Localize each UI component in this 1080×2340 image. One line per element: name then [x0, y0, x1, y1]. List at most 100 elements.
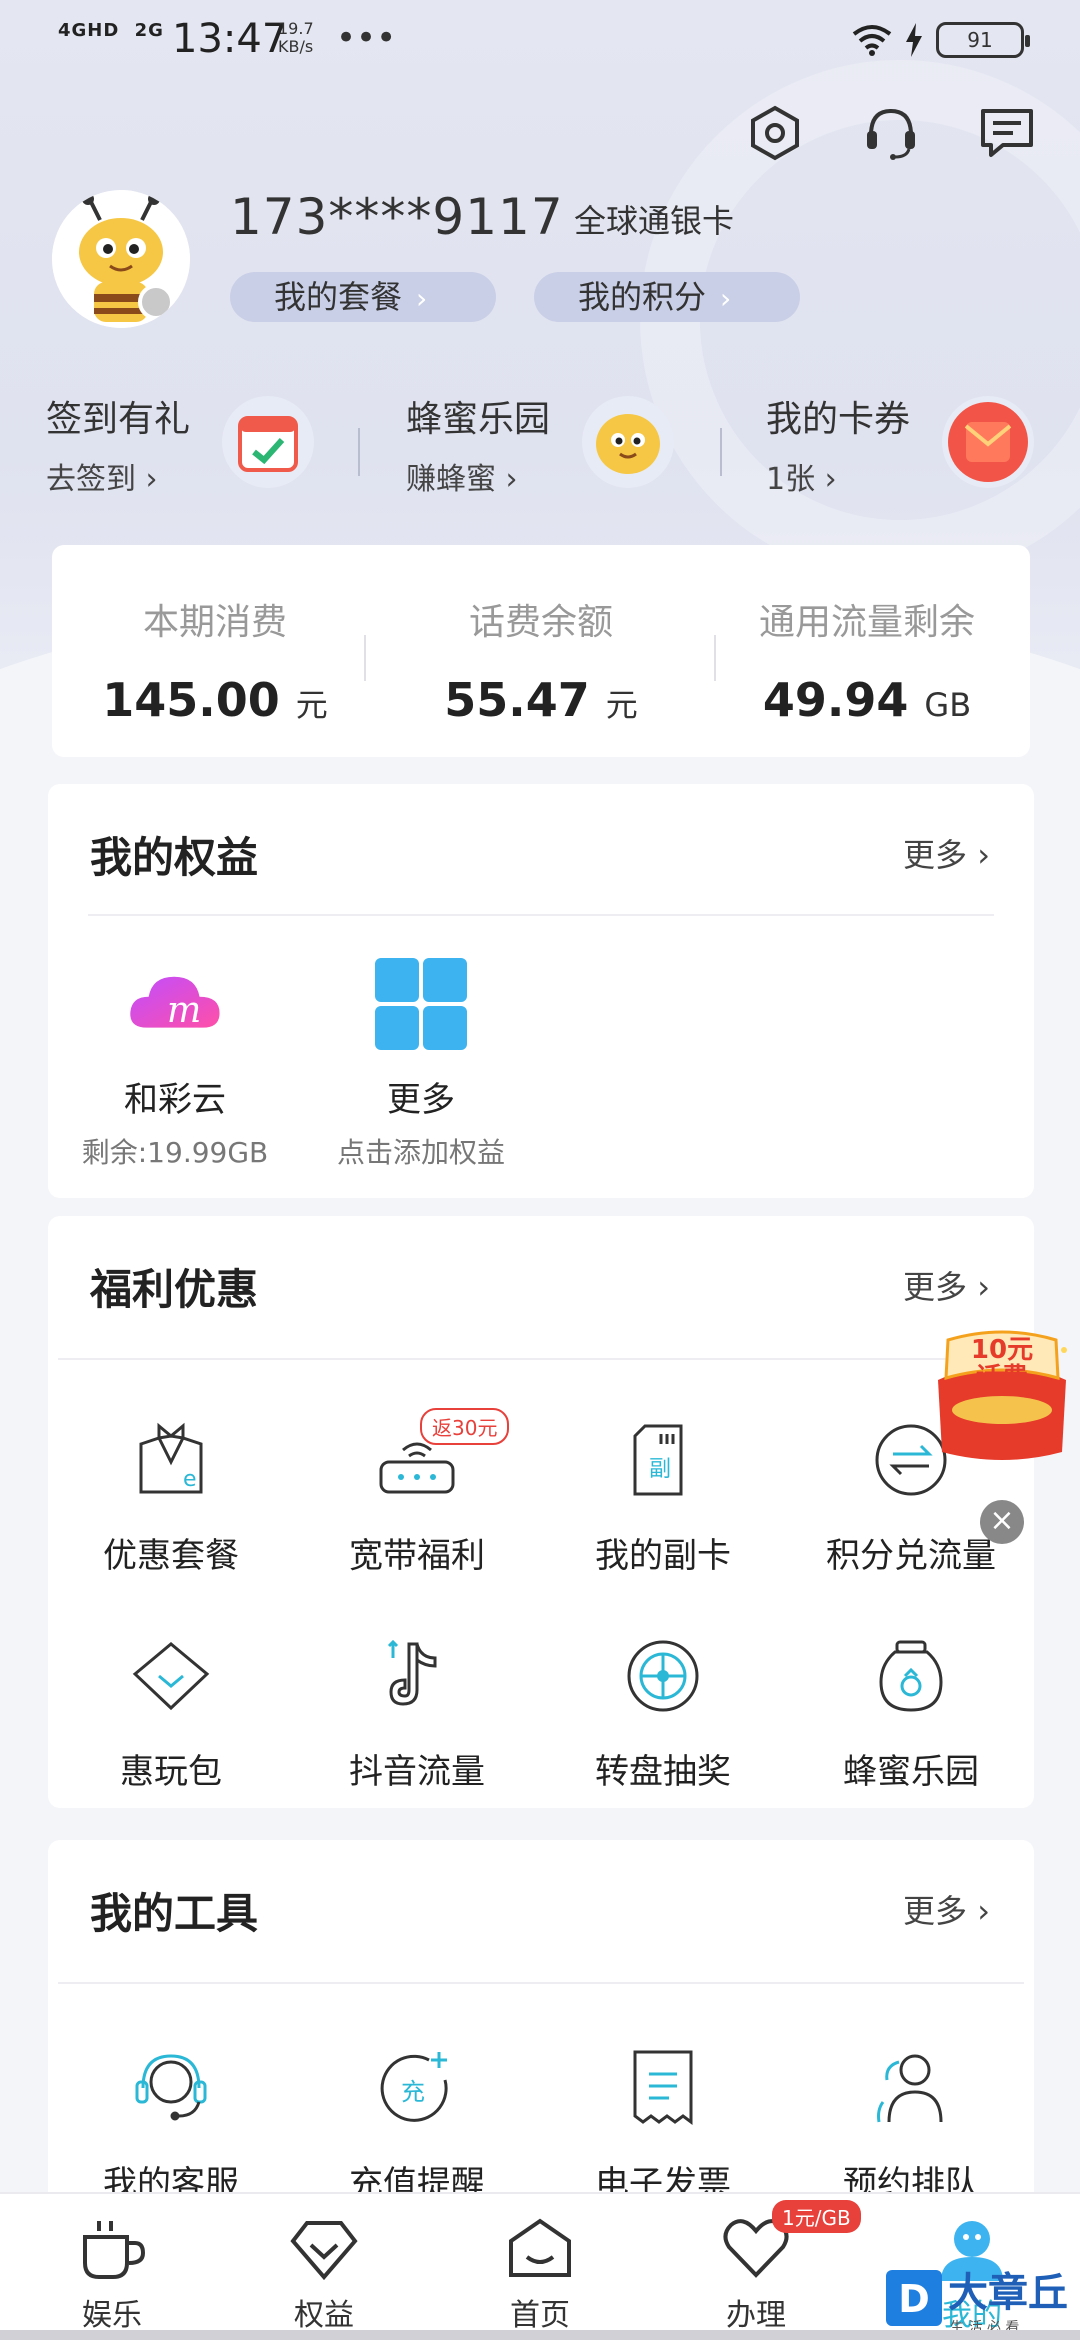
recharge-icon: 充	[367, 2038, 467, 2138]
cashback-badge: 返30元	[420, 1408, 510, 1445]
users-icon	[861, 2038, 961, 2138]
network-indicator: 4GHD 2G	[58, 20, 164, 41]
nav-label: 首页	[510, 2298, 570, 2333]
right-item-cloud[interactable]: m 和彩云 剩余:19.99GB	[52, 954, 298, 1171]
welfare-item-label: 惠玩包	[120, 1752, 222, 1792]
balance-label: 通用流量剩余	[758, 602, 975, 643]
section-divider	[58, 1358, 1024, 1360]
welfare-item-fun-pack[interactable]: 惠玩包	[48, 1626, 294, 1793]
balance-item-credit[interactable]: 话费余额 55.47 元	[378, 593, 704, 727]
promo-close-button[interactable]: ×	[980, 1500, 1024, 1544]
system-gesture-bar	[0, 2330, 1080, 2340]
svg-text:副: 副	[649, 1457, 671, 1482]
header-actions	[742, 100, 1040, 166]
section-title: 福利优惠	[90, 1265, 259, 1314]
phone-number: 173****9117	[230, 188, 564, 246]
welfare-item-honey-park[interactable]: 蜂蜜乐园	[788, 1626, 1034, 1793]
svg-text:大章丘: 大章丘	[948, 2270, 1068, 2316]
battery-indicator: 91	[936, 22, 1030, 58]
welfare-item-douyin-data[interactable]: 抖音流量	[294, 1626, 540, 1793]
quick-link-checkin[interactable]: 签到有礼 去签到 ›	[46, 390, 346, 498]
right-item-label: 更多	[387, 1080, 455, 1120]
welfare-item-plans[interactable]: e 优惠套餐	[48, 1410, 294, 1577]
right-item-sub: 点击添加权益	[336, 1136, 505, 1169]
speed-value: 19.7	[278, 19, 314, 38]
chevron-right-icon: ›	[720, 282, 732, 315]
watermark-logo: D 大章丘 生 活 必 看	[882, 2262, 1080, 2340]
invoice-icon	[613, 2038, 713, 2138]
diamond-icon	[121, 1626, 221, 1726]
messages-button[interactable]	[974, 100, 1040, 166]
home-icon	[460, 2214, 620, 2284]
welfare-item-sub-card[interactable]: 副 我的副卡	[540, 1410, 786, 1577]
promo-label: 话费	[976, 1363, 1028, 1393]
customer-service-button[interactable]	[858, 100, 924, 166]
rights-section: 我的权益 更多 › m 和彩云 剩余:19.99GB 更多 点击添加权益	[48, 784, 1034, 1198]
status-right: 91	[852, 22, 1030, 58]
chevron-right-icon: ›	[416, 282, 428, 315]
nav-entertainment[interactable]: 娱乐	[32, 2214, 192, 2334]
network-speed: 19.7 KB/s	[278, 20, 314, 56]
nav-rights[interactable]: 权益	[244, 2214, 404, 2334]
svg-text:e: e	[183, 1467, 197, 1492]
balance-label: 话费余额	[468, 602, 613, 643]
balance-card: 本期消费 145.00 元 话费余额 55.47 元 通用流量剩余 49.94 …	[52, 545, 1030, 757]
svg-text:D: D	[898, 2277, 930, 2321]
quick-link-honey-park[interactable]: 蜂蜜乐园 赚蜂蜜 ›	[406, 390, 706, 498]
tool-item-queue[interactable]: 预约排队	[788, 2038, 1034, 2205]
charging-icon	[906, 23, 922, 57]
balance-item-spending[interactable]: 本期消费 145.00 元	[52, 593, 378, 727]
avatar[interactable]	[52, 190, 190, 328]
more-link[interactable]: 更多 ›	[903, 1262, 990, 1308]
section-title: 我的工具	[90, 1889, 259, 1938]
balance-value: 145.00 元	[102, 673, 328, 727]
coffee-cup-icon	[32, 2214, 192, 2284]
my-points-label: 我的积分	[578, 278, 707, 316]
wifi-icon	[852, 25, 892, 56]
welfare-item-label: 抖音流量	[349, 1752, 485, 1792]
my-points-button[interactable]: 我的积分 ›	[534, 272, 800, 322]
balance-item-data[interactable]: 通用流量剩余 49.94 GB	[704, 593, 1030, 727]
welfare-section: 福利优惠 更多 › e 优惠套餐 宽带福利 返30元 副 我的副卡 积分兑流量 …	[48, 1216, 1034, 1808]
section-divider	[58, 1982, 1024, 1984]
honey-jar-icon	[861, 1626, 961, 1726]
welfare-item-label: 宽带福利	[349, 1536, 485, 1576]
headset-icon	[121, 2038, 221, 2138]
svg-text:m: m	[167, 988, 201, 1031]
divider	[358, 428, 360, 476]
status-bar: 4GHD 2G 13:47 19.7 KB/s ••• 91	[0, 0, 1080, 90]
balance-value: 49.94 GB	[762, 673, 972, 727]
nav-label: 娱乐	[82, 2298, 142, 2333]
section-divider	[88, 914, 994, 916]
coupon-icon	[942, 396, 1034, 488]
bee-icon	[582, 396, 674, 488]
balance-value: 55.47 元	[444, 673, 638, 727]
sim-card-icon: 副	[613, 1410, 713, 1510]
network-2g-label: 2G	[134, 20, 164, 41]
tool-item-e-invoice[interactable]: 电子发票	[540, 2038, 786, 2205]
tool-item-recharge-reminder[interactable]: 充 充值提醒	[294, 2038, 540, 2205]
nav-label: 权益	[294, 2298, 354, 2333]
my-plan-label: 我的套餐	[274, 278, 403, 316]
membership-level: 全球通银卡	[574, 202, 735, 240]
tool-item-customer-service[interactable]: 我的客服	[48, 2038, 294, 2205]
customer-service-icon	[867, 108, 915, 160]
more-link[interactable]: 更多 ›	[903, 830, 990, 876]
balance-label: 本期消费	[142, 602, 287, 643]
right-item-more[interactable]: 更多 点击添加权益	[298, 954, 544, 1171]
wheel-icon	[613, 1626, 713, 1726]
settings-button[interactable]	[742, 100, 808, 166]
svg-text:充: 充	[401, 2078, 425, 2106]
suit-icon: e	[121, 1410, 221, 1510]
quick-link-coupons[interactable]: 我的卡券 1张 ›	[766, 390, 1066, 498]
welfare-item-lottery[interactable]: 转盘抽奖	[540, 1626, 786, 1793]
nav-home[interactable]: 首页	[460, 2214, 620, 2334]
more-link[interactable]: 更多 ›	[903, 1886, 990, 1932]
welfare-item-label: 蜂蜜乐园	[843, 1752, 979, 1792]
clock: 13:47	[172, 16, 288, 62]
status-more-icon: •••	[336, 18, 397, 58]
welfare-item-label: 我的副卡	[595, 1536, 731, 1576]
my-plan-button[interactable]: 我的套餐 ›	[230, 272, 496, 322]
promo-red-envelope[interactable]: 10元 话费	[924, 1320, 1080, 1470]
calendar-icon	[222, 396, 314, 488]
